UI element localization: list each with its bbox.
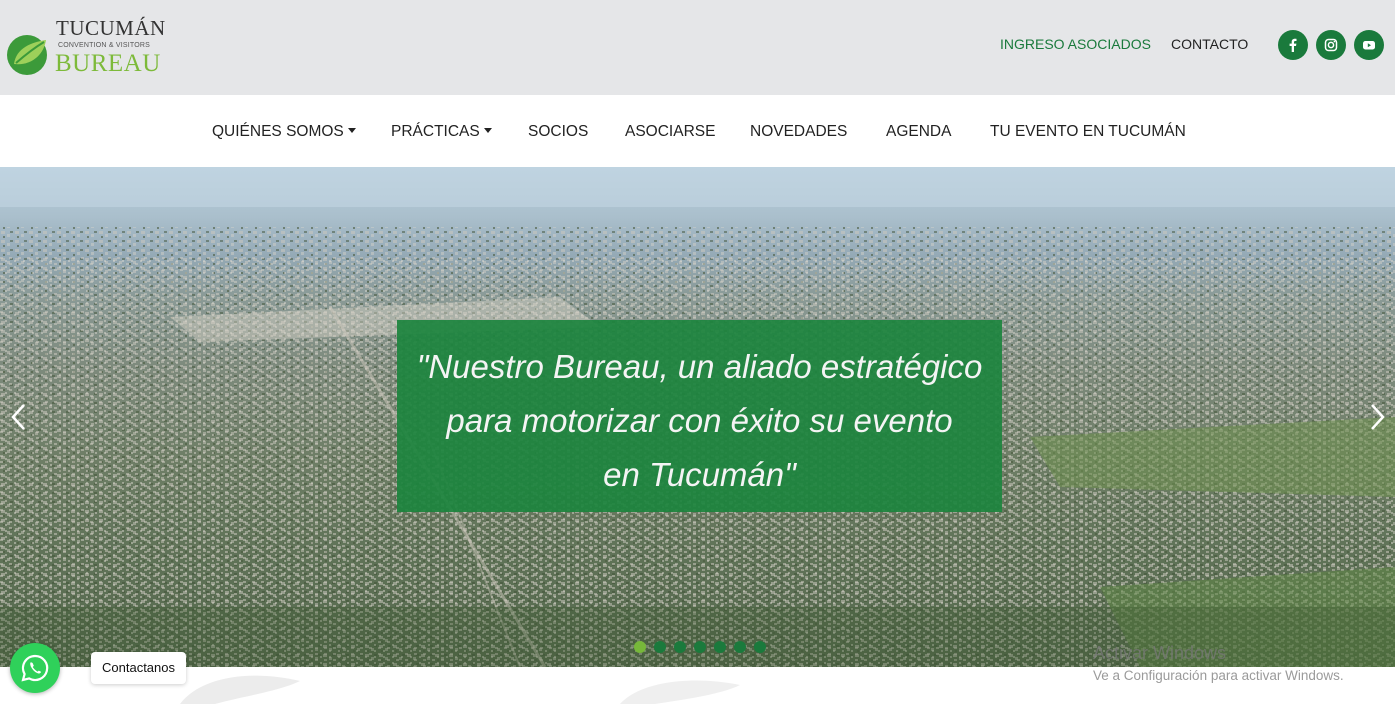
carousel-prev-icon[interactable]: [8, 402, 28, 432]
carousel-indicators: [634, 641, 766, 653]
contact-link[interactable]: CONTACTO: [1171, 36, 1248, 52]
caret-down-icon: [483, 128, 492, 133]
nav-item-practicas[interactable]: PRÁCTICAS: [391, 123, 492, 141]
nav-item-agenda[interactable]: AGENDA: [886, 123, 951, 141]
carousel-dot[interactable]: [694, 641, 706, 653]
youtube-icon: [1363, 41, 1375, 50]
login-link[interactable]: INGRESO ASOCIADOS: [1000, 36, 1151, 52]
carousel-dot[interactable]: [734, 641, 746, 653]
carousel-dot[interactable]: [654, 641, 666, 653]
carousel-dot[interactable]: [674, 641, 686, 653]
nav-item-novedades[interactable]: NOVEDADES: [750, 123, 847, 141]
carousel-dot[interactable]: [754, 641, 766, 653]
hero-quote-line: para motorizar con éxito su evento: [446, 402, 953, 439]
brand-line2: CONVENTION & VISITORS: [58, 42, 150, 49]
facebook-icon: [1289, 38, 1297, 52]
hero-quote-line: en Tucumán": [603, 456, 796, 493]
hero-carousel: "Nuestro Bureau, un aliado estratégico p…: [0, 167, 1395, 667]
carousel-dot[interactable]: [634, 641, 646, 653]
nav-item-quienes-somos[interactable]: QUIÉNES SOMOS: [212, 123, 356, 141]
leaf-logo-icon: [7, 35, 47, 75]
facebook-button[interactable]: [1278, 30, 1308, 60]
brand-logo[interactable]: TUCUMÁN CONVENTION & VISITORS BUREAU: [6, 16, 166, 80]
hero-quote-box: "Nuestro Bureau, un aliado estratégico p…: [397, 320, 1002, 512]
caret-down-icon: [347, 128, 356, 133]
nav-item-asociarse[interactable]: ASOCIARSE: [625, 123, 715, 141]
nav-item-socios[interactable]: SOCIOS: [528, 123, 588, 141]
carousel-dot[interactable]: [714, 641, 726, 653]
top-bar: TUCUMÁN CONVENTION & VISITORS BUREAU ING…: [0, 0, 1395, 95]
hero-quote: "Nuestro Bureau, un aliado estratégico p…: [397, 340, 1002, 502]
youtube-button[interactable]: [1354, 30, 1384, 60]
whatsapp-icon: [21, 654, 49, 682]
brand-line1: TUCUMÁN: [56, 16, 166, 40]
carousel-next-icon[interactable]: [1368, 402, 1388, 432]
windows-activation-title: Activar Windows: [1093, 643, 1227, 663]
brand-line3: BUREAU: [55, 50, 161, 77]
nav-label: QUIÉNES SOMOS: [212, 123, 344, 140]
main-nav: QUIÉNES SOMOS PRÁCTICAS SOCIOS ASOCIARSE…: [0, 95, 1395, 167]
whatsapp-button[interactable]: [10, 643, 60, 693]
nav-item-tu-evento[interactable]: TU EVENTO EN TUCUMÁN: [990, 123, 1186, 141]
hero-quote-line: "Nuestro Bureau, un aliado estratégico: [416, 348, 983, 385]
instagram-icon: [1324, 38, 1338, 52]
instagram-button[interactable]: [1316, 30, 1346, 60]
windows-activation-subtitle: Ve a Configuración para activar Windows.: [1093, 668, 1344, 683]
whatsapp-label[interactable]: Contactanos: [91, 652, 186, 684]
nav-label: PRÁCTICAS: [391, 123, 480, 140]
